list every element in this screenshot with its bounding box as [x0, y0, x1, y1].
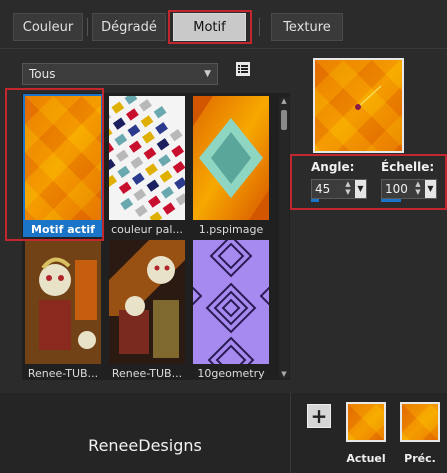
pattern-thumb-10geometry[interactable]: [193, 240, 269, 364]
scale-stepper-icon[interactable]: ▲ ▼: [413, 180, 423, 198]
pattern-thumb-renee-tub-1[interactable]: [25, 240, 101, 364]
tab-separator: [87, 18, 88, 36]
divider: [0, 48, 447, 49]
current-swatch[interactable]: [346, 402, 386, 442]
tab-separator: [259, 18, 260, 36]
previous-label: Préc.: [404, 452, 436, 465]
scroll-up-icon[interactable]: ▲: [281, 97, 287, 105]
brand-watermark: ReneeDesigns: [88, 436, 202, 455]
scale-dropdown-icon[interactable]: ▼: [425, 180, 436, 198]
add-pattern-button[interactable]: +: [307, 404, 331, 428]
angle-value: 45: [315, 182, 331, 196]
scale-value: 100: [385, 182, 408, 196]
pattern-label: Renee-TUB...: [111, 367, 183, 380]
pattern-scrollbar[interactable]: [279, 97, 289, 378]
tab-couleur[interactable]: Couleur: [13, 13, 83, 41]
current-label: Actuel: [346, 452, 386, 465]
angle-stepper-icon[interactable]: ▲ ▼: [343, 180, 353, 198]
category-dropdown-value: Tous: [29, 67, 56, 81]
previous-swatch[interactable]: [400, 402, 440, 442]
current-swatch-image: [348, 404, 384, 440]
category-dropdown[interactable]: Tous ▼: [22, 63, 218, 85]
pattern-thumb-couleur-palette[interactable]: [109, 96, 185, 220]
scale-slider[interactable]: [381, 199, 401, 202]
angle-dropdown-icon[interactable]: ▼: [355, 180, 366, 198]
pattern-thumb-1-pspimage[interactable]: [193, 96, 269, 220]
scrollbar-thumb[interactable]: [281, 110, 287, 130]
chevron-down-icon: ▼: [204, 69, 211, 79]
angle-slider[interactable]: [311, 199, 319, 202]
scroll-down-icon[interactable]: ▼: [281, 370, 287, 378]
pattern-preview-image: [315, 60, 402, 151]
pattern-label: couleur pal...: [111, 223, 183, 236]
pattern-label: 1.pspimage: [198, 223, 264, 236]
angle-handle-icon: [355, 104, 361, 110]
pattern-label: Renee-TUB...: [27, 367, 99, 380]
pattern-preview[interactable]: [313, 58, 404, 153]
pattern-thumb-renee-tub-2[interactable]: [109, 240, 185, 364]
scale-label: Échelle:: [381, 160, 435, 174]
previous-swatch-image: [402, 404, 438, 440]
footer-divider: [290, 393, 291, 473]
pattern-label: 10geometry: [197, 367, 265, 380]
active-tab-highlight: [168, 10, 252, 44]
tab-degrade[interactable]: Dégradé: [92, 13, 166, 41]
list-view-icon[interactable]: [236, 62, 250, 76]
selected-pattern-highlight: [5, 88, 104, 241]
tab-texture[interactable]: Texture: [271, 13, 343, 41]
angle-label: Angle:: [311, 160, 355, 174]
